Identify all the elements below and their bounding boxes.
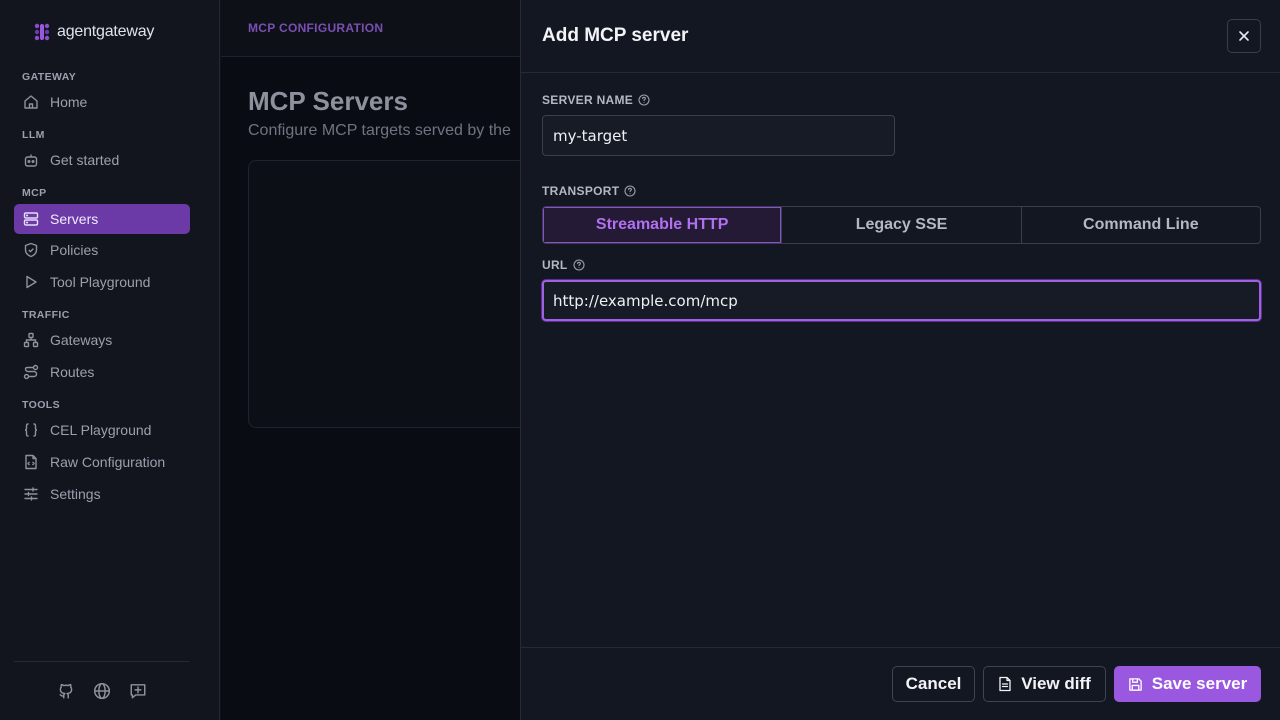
url-label-text: URL <box>542 258 568 272</box>
drawer-header-divider <box>521 72 1280 73</box>
drawer-footer-divider <box>521 647 1280 648</box>
cancel-button-label: Cancel <box>905 674 962 693</box>
sidebar-item-settings[interactable]: Settings <box>14 479 190 509</box>
save-server-button-label: Save server <box>1151 674 1248 693</box>
play-icon <box>26 275 37 289</box>
help-icon[interactable] <box>573 259 585 271</box>
add-server-drawer: Add MCP server SERVER NAME TRANSPORT Str… <box>520 0 1280 720</box>
file-text-icon <box>999 676 1011 692</box>
view-diff-button[interactable]: View diff <box>983 666 1106 702</box>
save-icon <box>1128 677 1142 691</box>
sidebar: agentgateway GATEWAY Home LLM Get starte… <box>0 0 220 720</box>
transport-option-command-line[interactable]: Command Line <box>1022 207 1260 243</box>
help-icon[interactable] <box>638 94 650 106</box>
feedback-icon[interactable] <box>129 682 147 700</box>
sidebar-item-label: Tool Playground <box>50 274 151 290</box>
server-name-label-text: SERVER NAME <box>542 93 634 107</box>
sidebar-item-raw-configuration[interactable]: Raw Configuration <box>14 447 190 477</box>
sidebar-item-routes[interactable]: Routes <box>14 357 190 387</box>
transport-option-legacy-sse[interactable]: Legacy SSE <box>782 207 1022 243</box>
breadcrumb[interactable]: MCP CONFIGURATION <box>248 21 383 35</box>
page-subtitle: Configure MCP targets served by the <box>248 122 511 139</box>
server-name-label: SERVER NAME <box>542 93 650 107</box>
page-title: MCP Servers <box>248 86 408 116</box>
sidebar-item-cel-playground[interactable]: CEL Playground <box>14 415 190 445</box>
transport-selector: Streamable HTTP Legacy SSE Command Line <box>542 206 1261 244</box>
nav-section-traffic: TRAFFIC <box>22 309 70 321</box>
close-icon <box>1239 31 1249 41</box>
sidebar-item-gateways[interactable]: Gateways <box>14 325 190 355</box>
github-icon[interactable] <box>57 682 75 700</box>
drawer-title: Add MCP server <box>542 25 689 46</box>
sidebar-item-home[interactable]: Home <box>14 87 190 117</box>
sidebar-divider <box>14 661 189 662</box>
sidebar-item-label: CEL Playground <box>50 422 152 438</box>
url-label: URL <box>542 258 585 272</box>
nav-section-llm: LLM <box>22 129 45 141</box>
save-server-button[interactable]: Save server <box>1114 666 1261 702</box>
close-button[interactable] <box>1227 19 1261 53</box>
nav-section-mcp: MCP <box>22 187 47 199</box>
sidebar-item-label: Raw Configuration <box>50 454 166 470</box>
sidebar-item-tool-playground[interactable]: Tool Playground <box>14 267 190 297</box>
server-name-input[interactable] <box>542 115 895 156</box>
sidebar-item-label: Gateways <box>50 332 113 348</box>
sidebar-item-label: Settings <box>50 486 101 502</box>
logo-text: agentgateway <box>57 23 155 40</box>
cancel-button[interactable]: Cancel <box>892 666 975 702</box>
sidebar-item-label: Home <box>50 94 88 110</box>
home-icon <box>24 95 38 109</box>
sidebar-item-servers[interactable]: Servers <box>14 204 190 234</box>
shield-icon <box>24 242 38 258</box>
view-diff-button-label: View diff <box>1021 674 1091 693</box>
app-logo[interactable]: agentgateway <box>33 22 154 42</box>
sidebar-item-label: Get started <box>50 152 120 168</box>
sidebar-item-label: Routes <box>50 364 95 380</box>
sidebar-item-label: Servers <box>50 211 99 227</box>
route-icon <box>23 364 39 380</box>
server-icon <box>23 212 39 226</box>
transport-label-text: TRANSPORT <box>542 184 620 198</box>
transport-option-streamable-http[interactable]: Streamable HTTP <box>543 207 783 243</box>
braces-icon <box>24 423 38 437</box>
sliders-icon <box>24 487 38 501</box>
transport-label: TRANSPORT <box>542 184 636 198</box>
sidebar-item-policies[interactable]: Policies <box>14 235 190 265</box>
nav-section-tools: TOOLS <box>22 399 60 411</box>
url-input[interactable] <box>542 280 1261 321</box>
help-icon[interactable] <box>624 185 636 197</box>
logo-icon <box>34 23 50 41</box>
globe-icon[interactable] <box>93 682 111 700</box>
file-code-icon <box>25 454 37 470</box>
nav-section-gateway: GATEWAY <box>22 71 77 83</box>
sidebar-item-label: Policies <box>50 242 99 258</box>
network-icon <box>23 332 39 348</box>
bot-icon <box>24 154 38 167</box>
sidebar-item-get-started[interactable]: Get started <box>14 145 190 175</box>
